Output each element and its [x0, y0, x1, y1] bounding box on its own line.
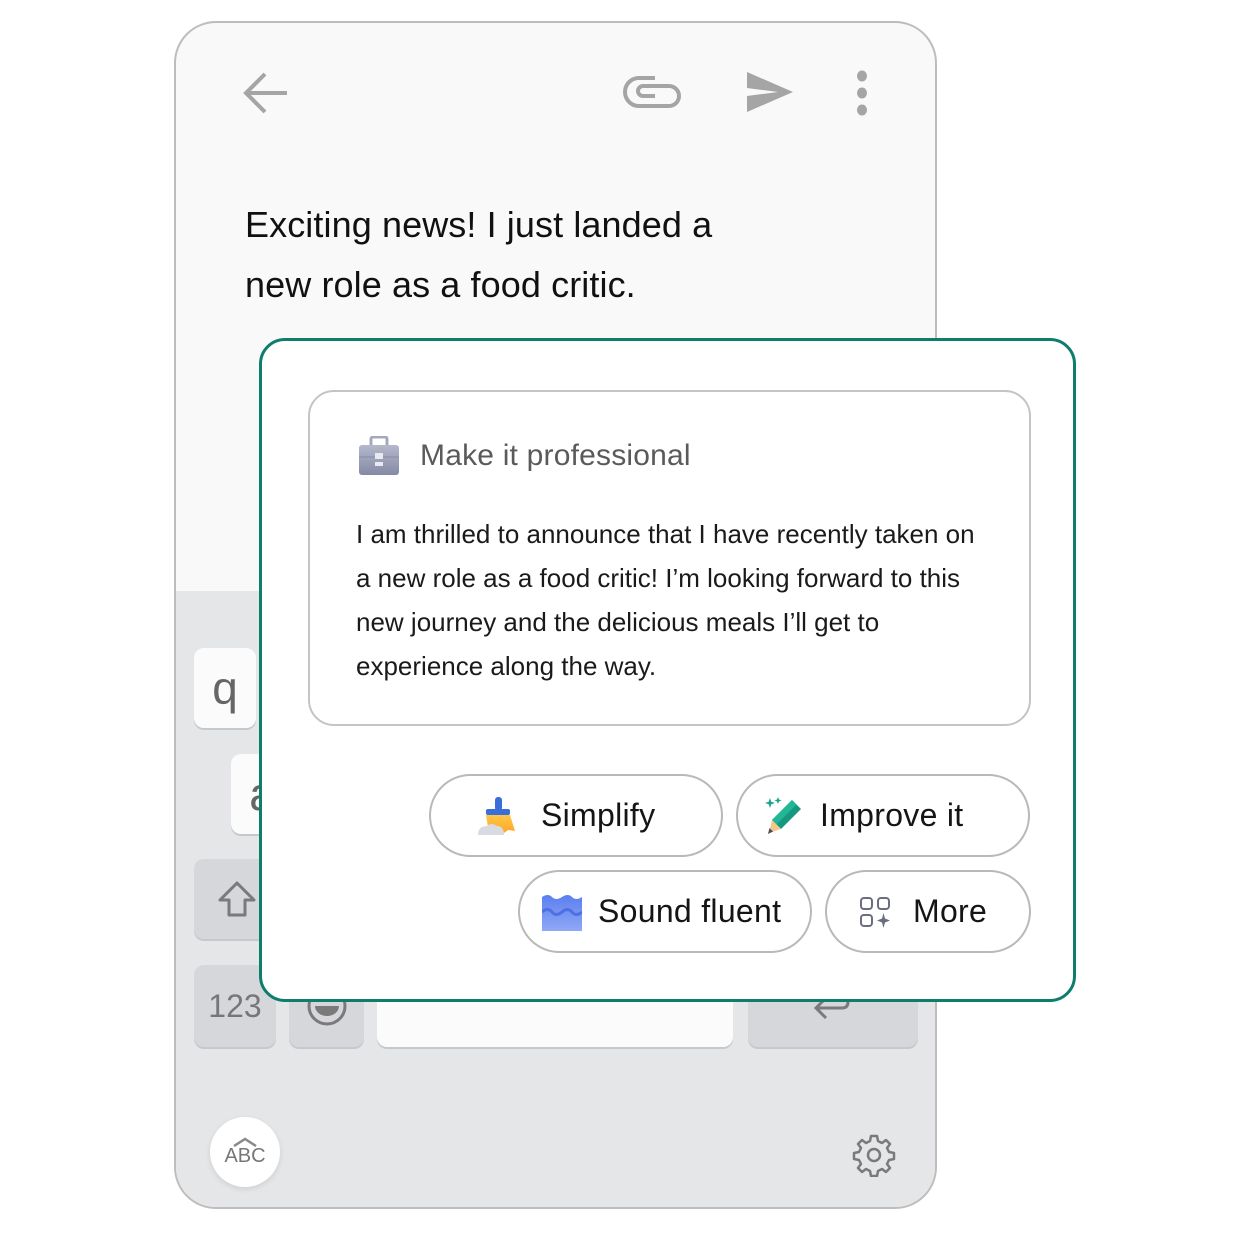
grid-sparkle-icon — [860, 896, 890, 928]
arrow-left-icon — [243, 72, 287, 114]
send-icon — [747, 72, 793, 112]
paperclip-icon — [623, 76, 681, 108]
more-label: More — [913, 893, 988, 929]
suggestion-text: I am thrilled to announce that I have re… — [356, 519, 975, 681]
sound-fluent-label: Sound fluent — [598, 893, 782, 929]
improve-it-label: Improve it — [820, 797, 964, 833]
abc-label: ABC — [224, 1144, 266, 1167]
broom-icon — [478, 796, 515, 835]
abc-toggle-button[interactable]: ABC — [210, 1117, 280, 1187]
more-options-button[interactable] — [848, 67, 876, 119]
send-button[interactable] — [744, 69, 796, 115]
gear-icon[interactable] — [852, 1133, 896, 1177]
email-body-text[interactable]: Exciting news! I just landed a new role … — [245, 195, 765, 315]
suggestion-header: Make it professional — [358, 436, 691, 476]
simplify-button[interactable]: Simplify — [429, 774, 723, 857]
suggestion-title: Make it professional — [420, 439, 691, 472]
back-button[interactable] — [238, 67, 294, 119]
shift-arrow-icon — [218, 881, 255, 917]
briefcase-icon — [359, 436, 399, 475]
sound-fluent-button[interactable]: Sound fluent — [518, 870, 812, 953]
simplify-label: Simplify — [541, 797, 656, 833]
sparkle-pencil-icon — [765, 796, 801, 834]
more-vertical-icon — [857, 70, 867, 116]
wave-icon — [542, 894, 582, 931]
suggestion-card[interactable]: Make it professional I am thrilled to an… — [308, 390, 1031, 726]
key-q[interactable]: q — [194, 648, 256, 728]
improve-it-button[interactable]: Improve it — [736, 774, 1030, 857]
more-button[interactable]: More — [825, 870, 1031, 953]
ai-writing-panel: Make it professional I am thrilled to an… — [259, 338, 1076, 1002]
attach-button[interactable] — [622, 71, 688, 113]
